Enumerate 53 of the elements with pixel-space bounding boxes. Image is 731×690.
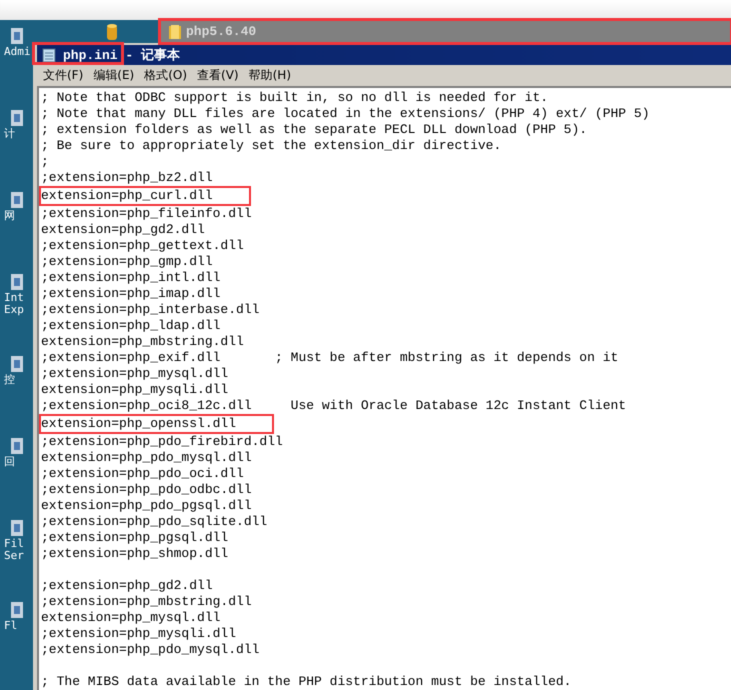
- code-line: ;extension=php_gmp.dll: [41, 254, 213, 269]
- desktop-icon-label: 回: [3, 456, 16, 468]
- menu-item[interactable]: 文件(F): [43, 67, 84, 84]
- menu-item[interactable]: 帮助(H): [248, 67, 291, 84]
- code-line: ;extension=php_imap.dll: [41, 286, 220, 301]
- menu-item[interactable]: 格式(O): [144, 67, 188, 84]
- code-line: ; The MIBS data available in the PHP distribution must be installed.: [41, 674, 572, 689]
- desktop-icon-label: Fl: [3, 620, 18, 632]
- code-line: ; Note that many DLL files are located in the extensions/ (PHP 4) ext/ (PHP 5): [41, 106, 650, 121]
- code-line: ;extension=php_exif.dll ; Must be after mbstring as it depends on it: [41, 350, 618, 365]
- code-line: extension=php_pdo_pgsql.dll: [41, 498, 252, 513]
- folder-window-title: php5.6.40: [186, 24, 256, 39]
- code-line: ;extension=php_pdo_odbc.dll: [41, 482, 252, 497]
- code-line: extension=php_openssl.dll: [41, 416, 236, 431]
- code-line: ;extension=php_pgsql.dll: [41, 530, 228, 545]
- code-line: ; extension folders as well as the separate PECL DLL download (PHP 5).: [41, 122, 588, 137]
- menu-item[interactable]: 查看(V): [197, 67, 239, 84]
- code-line: extension=php_gd2.dll: [41, 222, 205, 237]
- code-line: ;extension=php_interbase.dll: [41, 302, 260, 317]
- desktop-icon-label: 控: [3, 374, 16, 386]
- code-line: ; Be sure to appropriately set the extension_dir directive.: [41, 138, 502, 153]
- code-line: ;extension=php_fileinfo.dll: [41, 206, 252, 221]
- code-line: ;extension=php_pdo_sqlite.dll: [41, 514, 268, 529]
- code-line: ;extension=php_ldap.dll: [41, 318, 220, 333]
- window-title: php.ini - 记事本: [63, 47, 180, 64]
- code-line: ;extension=php_gettext.dll: [41, 238, 244, 253]
- code-line: ;extension=php_shmop.dll: [41, 546, 228, 561]
- code-line: ;: [41, 154, 49, 169]
- desktop-icon-label: Admi: [3, 46, 32, 58]
- code-line: ; Note that ODBC support is built in, so no dll is needed for it.: [41, 90, 548, 105]
- database-icon: [106, 22, 118, 40]
- code-line: ;extension=php_pdo_mysql.dll: [41, 642, 260, 657]
- code-line: ;extension=php_pdo_oci.dll: [41, 466, 244, 481]
- desktop-icon-label: Int Exp: [3, 292, 25, 316]
- code-line: ;extension=php_intl.dll: [41, 270, 220, 285]
- code-line: extension=php_mbstring.dll: [41, 334, 244, 349]
- folder-icon: [168, 24, 182, 40]
- code-line: ;extension=php_gd2.dll: [41, 578, 213, 593]
- code-line: extension=php_curl.dll: [41, 188, 213, 203]
- code-line: ;extension=php_oci8_12c.dll Use with Oracle Database 12c Instant Client: [41, 398, 626, 413]
- code-line: extension=php_mysql.dll: [41, 610, 220, 625]
- desktop-icon-label: Fil Ser: [3, 538, 25, 562]
- code-line: ;extension=php_pdo_firebird.dll: [41, 434, 283, 449]
- desktop-icon-label: 网: [3, 210, 16, 222]
- code-line: extension=php_pdo_mysql.dll: [41, 450, 252, 465]
- code-line: ;extension=php_mysql.dll: [41, 366, 228, 381]
- notepad-icon: [41, 47, 57, 63]
- code-line: extension=php_mysqli.dll: [41, 382, 228, 397]
- code-line: ;extension=php_mysqli.dll: [41, 626, 236, 641]
- desktop-icon-label: 计: [3, 128, 16, 140]
- code-line: ;extension=php_bz2.dll: [41, 170, 213, 185]
- menu-item[interactable]: 编辑(E): [93, 67, 134, 84]
- code-line: ;extension=php_mbstring.dll: [41, 594, 252, 609]
